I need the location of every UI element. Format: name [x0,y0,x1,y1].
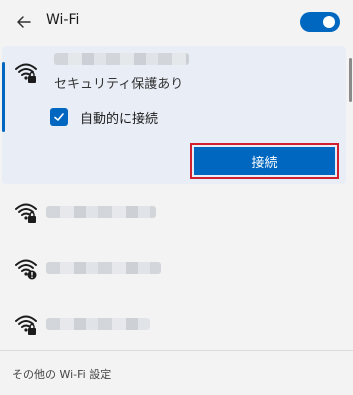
network-name-redacted[interactable] [46,318,150,330]
auto-connect-checkbox[interactable] [50,108,68,126]
wifi-header: Wi-Fi [0,0,353,44]
page-title: Wi-Fi [46,12,80,28]
wifi-toggle[interactable] [300,12,340,32]
more-wifi-settings-link[interactable]: その他の Wi-Fi 設定 [12,366,111,382]
connect-button-highlight[interactable]: 接続 [190,143,339,179]
network-name-redacted[interactable] [46,262,161,274]
scrollbar-thumb[interactable] [349,58,352,102]
wifi-warning-icon [14,256,38,280]
back-arrow-icon[interactable] [14,12,34,32]
selection-indicator [2,62,5,132]
auto-connect-label: 自動的に接続 [80,112,159,127]
security-label: セキュリティ保護あり [54,77,184,92]
divider [0,350,353,351]
checkmark-icon [54,113,64,121]
network-name-redacted[interactable] [46,206,156,218]
wifi-lock-icon [14,312,38,336]
toggle-knob [323,16,335,28]
wifi-lock-icon [14,60,38,84]
network-name-redacted [54,53,189,65]
wifi-lock-icon [14,200,38,224]
connect-button[interactable]: 接続 [194,147,335,175]
